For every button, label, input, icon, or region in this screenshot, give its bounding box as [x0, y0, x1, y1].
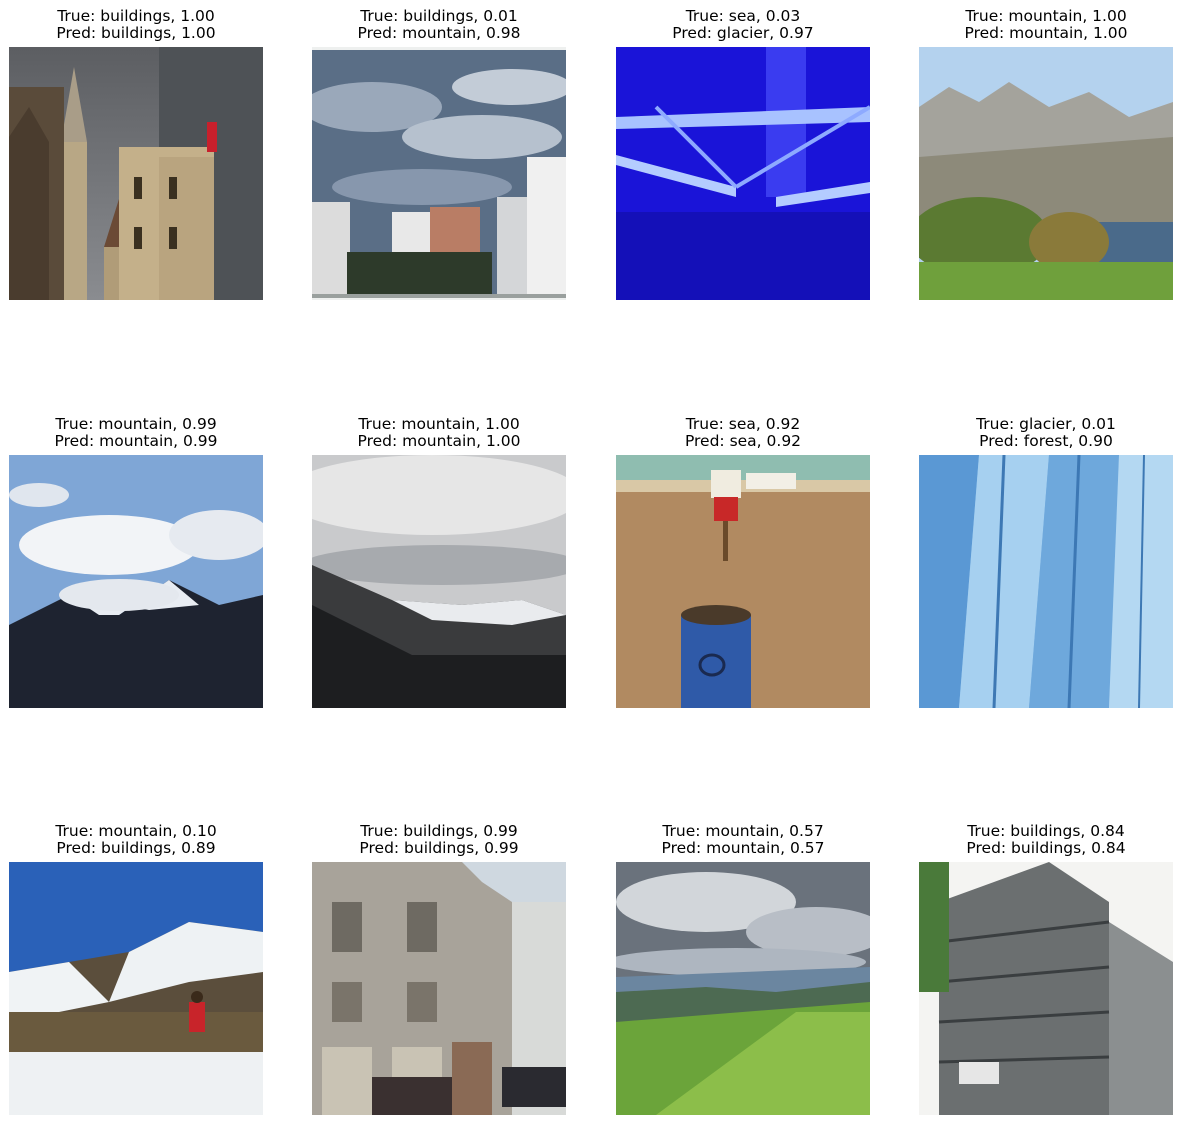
- true-label: True: mountain, 1.00: [965, 7, 1127, 25]
- lake-mountains-image: [919, 47, 1173, 300]
- panel-title: True: buildings, 0.01 Pred: mountain, 0.…: [312, 8, 566, 42]
- pred-label: Pred: mountain, 0.99: [54, 432, 218, 450]
- pred-label: Pred: glacier, 0.97: [672, 24, 814, 42]
- pred-label: Pred: mountain, 0.57: [661, 839, 825, 857]
- beach-barrel-image: [616, 455, 870, 708]
- panel-title: True: mountain, 0.10 Pred: buildings, 0.…: [9, 823, 263, 857]
- true-label: True: mountain, 0.57: [662, 822, 824, 840]
- panel-title: True: glacier, 0.01 Pred: forest, 0.90: [919, 416, 1173, 450]
- snowy-peaks-image: [9, 455, 263, 708]
- pred-label: Pred: mountain, 1.00: [964, 24, 1128, 42]
- true-label: True: sea, 0.03: [685, 7, 801, 25]
- true-label: True: mountain, 0.99: [55, 415, 217, 433]
- pred-label: Pred: mountain, 0.98: [357, 24, 521, 42]
- grey-mountains-image: [312, 455, 566, 708]
- true-label: True: buildings, 0.84: [967, 822, 1125, 840]
- true-label: True: mountain, 1.00: [358, 415, 520, 433]
- panel-title: True: mountain, 0.57 Pred: mountain, 0.5…: [616, 823, 870, 857]
- pred-label: Pred: buildings, 0.89: [56, 839, 216, 857]
- blue-lights-image: [616, 47, 870, 300]
- panel-title: True: sea, 0.92 Pred: sea, 0.92: [616, 416, 870, 450]
- pred-label: Pred: forest, 0.90: [979, 432, 1113, 450]
- modern-building-image: [919, 862, 1173, 1115]
- pred-label: Pred: mountain, 1.00: [357, 432, 521, 450]
- panel-title: True: buildings, 1.00 Pred: buildings, 1…: [9, 8, 263, 42]
- true-label: True: sea, 0.92: [685, 415, 801, 433]
- cloudy-city-image: [312, 47, 566, 300]
- old-building-image: [312, 862, 566, 1115]
- true-label: True: mountain, 0.10: [55, 822, 217, 840]
- true-label: True: buildings, 1.00: [57, 7, 215, 25]
- pred-label: Pred: sea, 0.92: [684, 432, 802, 450]
- panel-title: True: buildings, 0.99 Pred: buildings, 0…: [312, 823, 566, 857]
- pred-label: Pred: buildings, 0.99: [359, 839, 519, 857]
- panel-title: True: buildings, 0.84 Pred: buildings, 0…: [919, 823, 1173, 857]
- panel-title: True: mountain, 1.00 Pred: mountain, 1.0…: [312, 416, 566, 450]
- true-label: True: buildings, 0.01: [360, 7, 518, 25]
- panel-title: True: mountain, 1.00 Pred: mountain, 1.0…: [919, 8, 1173, 42]
- pred-label: Pred: buildings, 0.84: [966, 839, 1126, 857]
- true-label: True: buildings, 0.99: [360, 822, 518, 840]
- panel-title: True: mountain, 0.99 Pred: mountain, 0.9…: [9, 416, 263, 450]
- gothic-building-image: [9, 47, 263, 300]
- true-label: True: glacier, 0.01: [976, 415, 1116, 433]
- snow-hiker-image: [9, 862, 263, 1115]
- panel-title: True: sea, 0.03 Pred: glacier, 0.97: [616, 8, 870, 42]
- green-valley-image: [616, 862, 870, 1115]
- pred-label: Pred: buildings, 1.00: [56, 24, 216, 42]
- ice-wall-image: [919, 455, 1173, 708]
